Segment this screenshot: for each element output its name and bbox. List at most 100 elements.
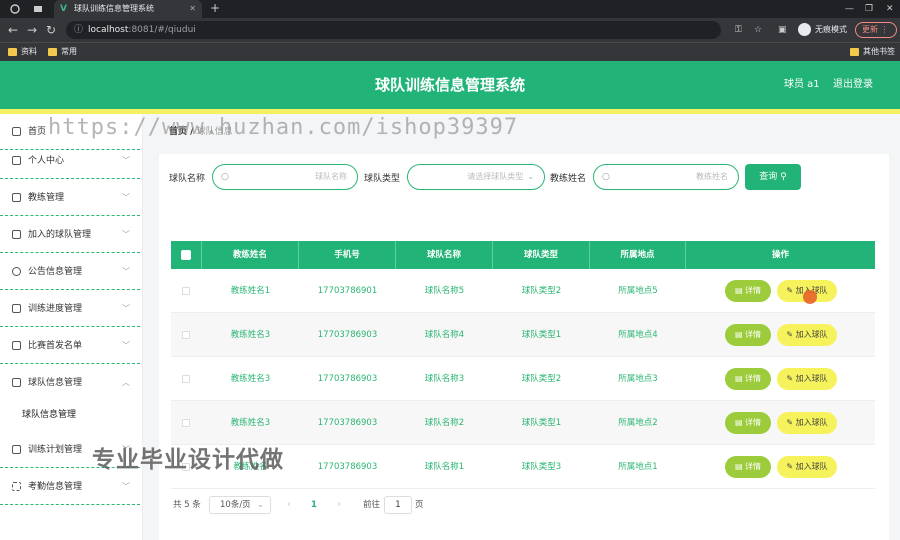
url-field[interactable]: ⓘ localhost:8081/#/qiudui (66, 21, 721, 39)
sidebar-item-joined-team[interactable]: 加入的球队管理 ﹀ (0, 217, 140, 253)
cell-type: 球队类型1 (521, 330, 562, 340)
app-title: 球队训练信息管理系统 (374, 76, 525, 94)
tab-search-icon[interactable] (33, 4, 43, 14)
coach-name-input[interactable]: ○ 教练姓名 (593, 164, 739, 190)
team-type-select[interactable]: 请选择球队类型 ⌄ (407, 164, 545, 190)
address-bar: ← → ↻ ⓘ localhost:8081/#/qiudui ⚿ ☆ ▣ 无痕… (0, 18, 900, 42)
goto-page-input[interactable]: 1 (384, 496, 412, 514)
sidebar-item-team-info[interactable]: 球队信息管理 ︿ (0, 365, 140, 401)
column-header: 球队类型 (493, 241, 590, 269)
sidebar-item-lineup[interactable]: 比赛首发名单 ﹀ (0, 328, 140, 364)
site-info-icon[interactable]: ⓘ (74, 21, 83, 39)
building-icon (12, 341, 21, 350)
page-unit-label: 页 (415, 500, 424, 510)
cell-type: 球队类型1 (521, 418, 562, 428)
cell-team: 球队名称1 (424, 462, 465, 472)
cell-phone: 17703786903 (317, 330, 378, 340)
pagination-total: 共 5 条 (173, 500, 201, 510)
page-size-value: 10条/页 (220, 500, 251, 510)
row-checkbox[interactable] (182, 419, 190, 427)
chevron-down-icon: ﹀ (122, 230, 130, 239)
vue-logo-icon: V (60, 4, 67, 14)
other-bookmarks[interactable]: 其他书签 (850, 43, 895, 61)
cell-team: 球队名称3 (424, 374, 465, 384)
maximize-icon[interactable]: ❐ (865, 0, 873, 18)
other-bookmarks-label: 其他书签 (863, 47, 895, 56)
row-checkbox[interactable] (182, 375, 190, 383)
sidebar-item-label: 考勤信息管理 (28, 482, 83, 492)
query-button-label: 查询 (759, 172, 778, 182)
sidebar-item-coach[interactable]: 教练管理 ﹀ (0, 180, 140, 216)
reload-icon[interactable]: ↻ (46, 23, 56, 37)
key-icon[interactable]: ⚿ (735, 18, 742, 42)
bookmark-folder-changyong[interactable]: 常用 (48, 43, 77, 61)
join-team-button[interactable]: ✎ 加入球队 (777, 456, 837, 478)
search-icon: ○ (602, 172, 610, 182)
bookmark-label: 常用 (61, 47, 77, 56)
cell-coach: 教练姓名3 (230, 418, 271, 428)
cell-location: 所属地点5 (618, 286, 658, 296)
sidebar: 首页 个人中心 ﹀ 教练管理 ﹀ 加入的球队管理 ﹀ 公告信息管理 ﹀ 训练进度… (0, 114, 143, 540)
sidebar-item-profile[interactable]: 个人中心 ﹀ (0, 143, 140, 179)
sidebar-item-attendance[interactable]: 考勤信息管理 ﹀ (0, 469, 140, 505)
row-checkbox[interactable] (182, 287, 190, 295)
sidebar-item-label: 首页 (28, 127, 47, 137)
sidebar-subitem-team-info-manage[interactable]: 球队信息管理 (0, 398, 140, 432)
join-team-button[interactable]: ✎ 加入球队 (777, 324, 837, 346)
page-size-select[interactable]: 10条/页 ⌄ (209, 496, 271, 514)
back-icon[interactable]: ← (8, 23, 18, 37)
detail-button[interactable]: ▤ 详情 (725, 280, 771, 302)
chevron-down-icon: ﹀ (122, 304, 130, 313)
chevron-down-icon: ﹀ (122, 341, 130, 350)
mouse-cursor-icon (803, 290, 817, 304)
clock-icon (12, 267, 21, 276)
query-button[interactable]: 查询 ⚲ (745, 164, 801, 190)
home-icon (12, 127, 21, 136)
detail-button[interactable]: ▤ 详情 (725, 412, 771, 434)
select-all-checkbox[interactable] (181, 250, 191, 260)
team-name-input[interactable]: ○ 球队名称 (212, 164, 358, 190)
team-type-label: 球队类型 (364, 174, 401, 184)
team-name-placeholder: 球队名称 (315, 172, 347, 181)
current-user: 球员 a1 (784, 79, 820, 90)
table-row: 教练姓名3 17703786903 球队名称3 球队类型2 所属地点3 ▤ 详情… (171, 357, 875, 401)
forward-icon[interactable]: → (27, 23, 37, 37)
prev-page-icon[interactable]: ‹ (287, 494, 291, 516)
bookmark-star-icon[interactable]: ☆ (754, 18, 762, 42)
minimize-icon[interactable]: — (845, 0, 854, 18)
cell-location: 所属地点3 (618, 374, 658, 384)
new-tab-icon[interactable]: + (210, 0, 220, 17)
sidebar-item-progress[interactable]: 训练进度管理 ﹀ (0, 291, 140, 327)
chevron-down-icon: ﹀ (122, 267, 130, 276)
chevron-down-icon: ﹀ (122, 156, 130, 165)
window-close-icon[interactable]: ✕ (886, 0, 894, 18)
detail-button[interactable]: ▤ 详情 (725, 368, 771, 390)
tab-close-icon[interactable]: ✕ (189, 0, 196, 18)
logout-link[interactable]: 退出登录 (833, 61, 873, 109)
sidebar-item-label: 训练进度管理 (28, 304, 83, 314)
join-team-button[interactable]: ✎ 加入球队 (777, 412, 837, 434)
side-panel-icon[interactable]: ▣ (778, 18, 787, 42)
scan-icon (12, 482, 21, 491)
page-number-current[interactable]: 1 (311, 494, 317, 516)
cell-type: 球队类型2 (521, 286, 562, 296)
document-icon (12, 445, 21, 454)
join-team-button[interactable]: ✎ 加入球队 (777, 368, 837, 390)
browser-tab[interactable]: V 球队训练信息管理系统 ✕ (54, 0, 202, 18)
bookmark-folder-ziliao[interactable]: 资料 (8, 43, 37, 61)
cell-type: 球队类型2 (521, 374, 562, 384)
next-page-icon[interactable]: › (337, 494, 341, 516)
row-checkbox[interactable] (182, 331, 190, 339)
goto-label: 前往 (363, 500, 381, 510)
url-host: localhost (88, 25, 129, 35)
table-header: 教练姓名 手机号 球队名称 球队类型 所属地点 操作 (171, 241, 875, 269)
sidebar-item-notice[interactable]: 公告信息管理 ﹀ (0, 254, 140, 290)
folder-icon (48, 48, 57, 56)
table-row: 教练姓名3 17703786903 球队名称4 球队类型1 所属地点4 ▤ 详情… (171, 313, 875, 357)
update-button[interactable]: 更新 ⋮ (855, 22, 897, 38)
main-content: 首页 / 球队信息 球队名称 ○ 球队名称 球队类型 请选择球队类型 ⌄ 教练姓名… (143, 114, 900, 540)
detail-button[interactable]: ▤ 详情 (725, 456, 771, 478)
detail-button[interactable]: ▤ 详情 (725, 324, 771, 346)
column-header: 球队名称 (396, 241, 493, 269)
browser-menu-icon[interactable] (10, 4, 20, 14)
